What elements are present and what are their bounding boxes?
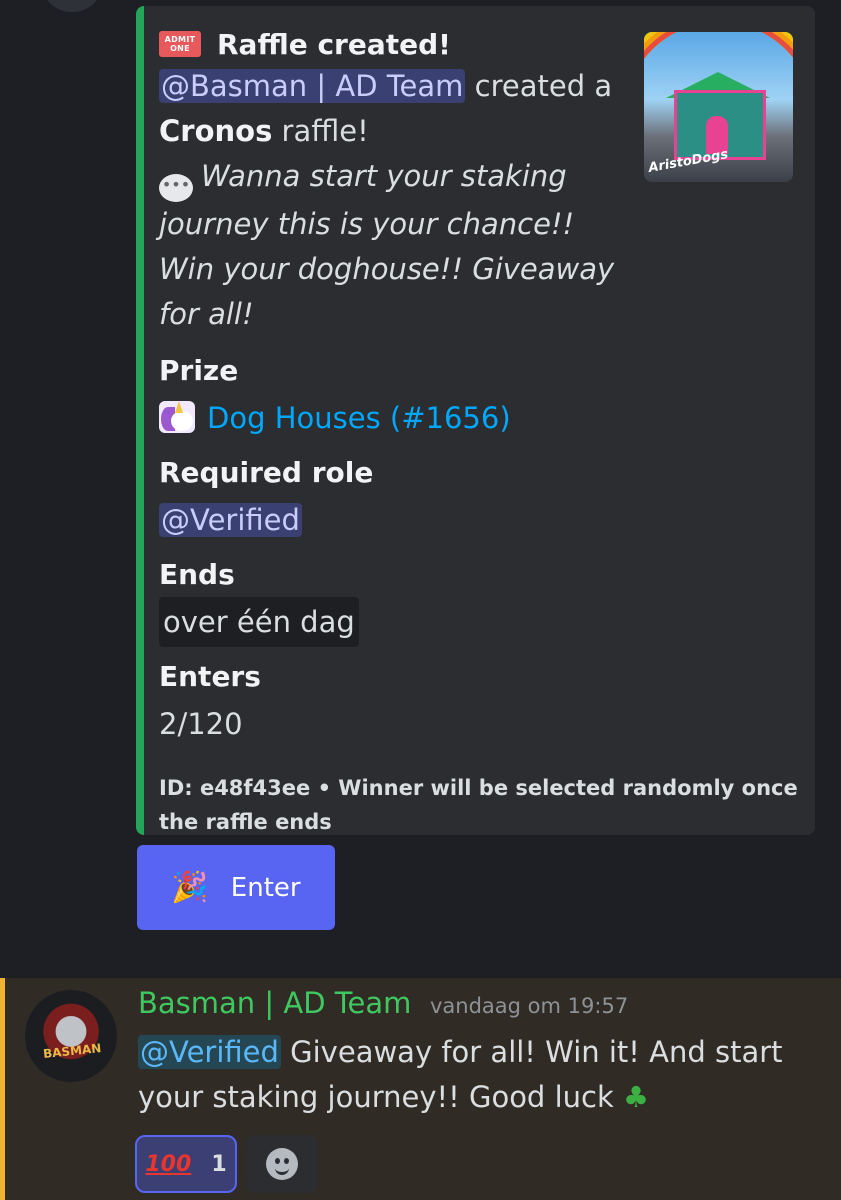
role-label: Required role xyxy=(159,456,374,489)
avatar-text: BASMAN xyxy=(42,1040,102,1062)
reaction-count: 1 xyxy=(211,1151,227,1177)
message-content: @Verified Giveaway for all! Win it! And … xyxy=(138,1030,808,1120)
embed-footer: ID: e48f43ee • Winner will be selected r… xyxy=(159,776,798,834)
ends-value-row: over één dag xyxy=(159,597,629,647)
author-avatar[interactable]: BASMAN xyxy=(25,990,117,1082)
raffle-description: Wanna start your staking journey this is… xyxy=(159,159,615,331)
ends-value: over één dag xyxy=(159,597,359,647)
message-timestamp: vandaag om 19:57 xyxy=(430,994,629,1018)
prize-link[interactable]: Dog Houses (#1656) xyxy=(207,401,511,435)
admission-ticket-icon: ADMIT ONE xyxy=(159,31,201,57)
enters-value: 2/120 xyxy=(159,707,243,741)
chat-message: BASMAN Basman | AD Team vandaag om 19:57… xyxy=(0,978,841,1200)
role-mention[interactable]: @Verified xyxy=(159,503,302,537)
ends-label: Ends xyxy=(159,558,235,591)
previous-avatar[interactable] xyxy=(40,0,104,12)
enter-button-label: Enter xyxy=(230,872,301,903)
raffle-embed: ADMIT ONE Raffle created! @Basman | AD T… xyxy=(136,6,815,835)
speech-bubble-icon: ••• xyxy=(159,174,193,202)
raffle-text: raffle! xyxy=(272,114,369,148)
ticket-text-top: ADMIT xyxy=(164,35,196,44)
party-popper-icon: 🎉 xyxy=(171,870,209,905)
embed-body: ADMIT ONE Raffle created! @Basman | AD T… xyxy=(159,24,798,839)
embed-title: Raffle created! xyxy=(217,27,451,61)
enters-label: Enters xyxy=(159,660,261,693)
prize-value-row: Dog Houses (#1656) xyxy=(159,393,629,443)
unicorn-icon xyxy=(159,401,195,433)
reaction-100[interactable]: 100 1 xyxy=(135,1135,237,1193)
enter-button[interactable]: 🎉 Enter xyxy=(137,845,335,930)
verified-mention[interactable]: @Verified xyxy=(138,1035,281,1069)
ticket-text-bottom: ONE xyxy=(170,44,190,53)
100-icon: 100 xyxy=(145,1151,192,1177)
four-leaf-clover-icon: ♣ xyxy=(622,1080,649,1114)
prize-label: Prize xyxy=(159,354,239,387)
embed-description: @Basman | AD Team created a Cronos raffl… xyxy=(159,64,629,337)
role-value-row: @Verified xyxy=(159,495,629,545)
add-reaction-button[interactable] xyxy=(246,1135,318,1193)
created-text: created a xyxy=(465,69,613,103)
user-mention[interactable]: @Basman | AD Team xyxy=(159,69,466,103)
smiley-icon xyxy=(266,1148,298,1180)
embed-title-row: ADMIT ONE Raffle created! xyxy=(159,24,629,64)
embed-thumbnail[interactable]: AristoDogs xyxy=(644,32,793,182)
network-name: Cronos xyxy=(159,114,273,148)
author-name[interactable]: Basman | AD Team xyxy=(138,986,411,1020)
